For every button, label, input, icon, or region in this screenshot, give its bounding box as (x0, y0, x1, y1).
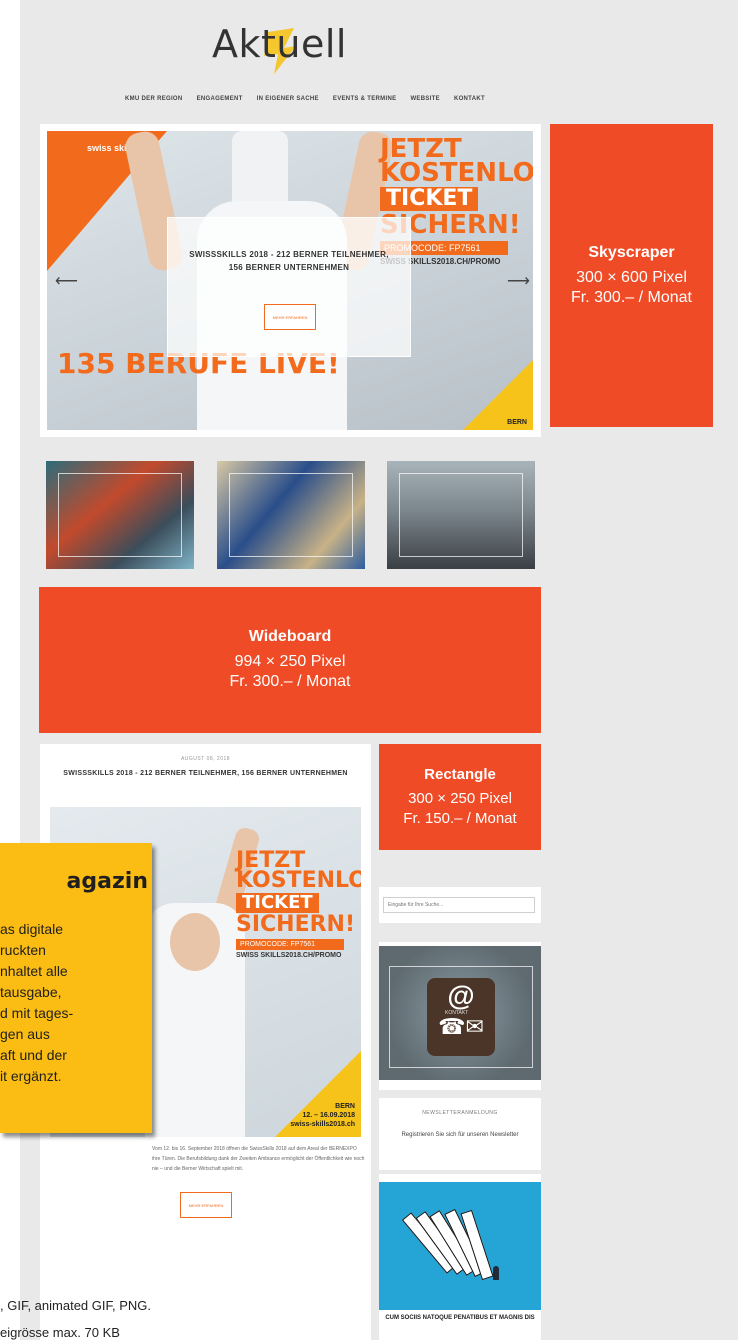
promo-kostenlos: KOSTENLOS (380, 158, 533, 188)
event-city: BERN (335, 1103, 355, 1110)
event-date-range: 12. – 16.09.2018 (302, 1112, 355, 1119)
magazin-line: gen aus (0, 1026, 50, 1042)
domino-image (379, 1182, 541, 1310)
ad-wideboard-price: Fr. 300.– / Monat (229, 673, 351, 690)
ad-skyscraper-title: Skyscraper (588, 243, 675, 261)
article-more-button[interactable]: MEHR ERFAHREN (180, 1192, 232, 1218)
bern-label: BERN (507, 419, 527, 426)
article-promo-block: JETZT KOSTENLOS TICKET SICHERN! PROMOCOD… (236, 850, 361, 959)
ad-skyscraper-price: Fr. 300.– / Monat (571, 288, 692, 306)
promo-kostenlos: KOSTENLOS (236, 868, 361, 893)
sidebar-search-widget (379, 887, 541, 923)
nav-item-events[interactable]: EVENTS & TERMINE (333, 96, 396, 102)
promo-ticket: TICKET (236, 893, 319, 913)
nav-item-website[interactable]: WEBSITE (410, 96, 439, 102)
event-dates: BERN 12. – 16.09.2018 swiss-skills2018.c… (290, 1102, 355, 1129)
article-title[interactable]: SWISSSKILLS 2018 - 212 BERNER TEILNEHMER… (50, 768, 361, 779)
ad-skyscraper-size: 300 × 600 Pixel (576, 268, 687, 286)
thumbnail-1[interactable] (46, 461, 194, 569)
magazin-line: aft und der (0, 1047, 67, 1063)
newsletter-text[interactable]: Registrieren Sie sich für unseren Newsle… (389, 1130, 531, 1141)
hero-slider: swiss skills JETZT KOSTENLOS TICKET SICH… (40, 124, 541, 437)
magazin-line: ruckten (0, 942, 46, 958)
arrow-left-icon[interactable]: ⟵ (55, 271, 78, 291)
arrow-right-icon[interactable]: ⟶ (507, 271, 530, 291)
ad-wideboard: Wideboard 994 × 250 Pixel Fr. 300.– / Mo… (39, 587, 541, 733)
magazin-callout: agazin as digitale ruckten nhaltet alle … (0, 843, 152, 1133)
ad-rectangle: Rectangle 300 × 250 Pixel Fr. 150.– / Mo… (379, 744, 541, 850)
slide-caption-box: SWISSSKILLS 2018 - 212 BERNER TEILNEHMER… (167, 217, 411, 357)
ad-wideboard-title: Wideboard (248, 628, 332, 645)
thumbnail-frame (399, 473, 523, 557)
slide-title[interactable]: SWISSSKILLS 2018 - 212 BERNER TEILNEHMER… (182, 248, 396, 274)
magazin-body: as digitale ruckten nhaltet alle tausgab… (0, 919, 148, 1087)
contact-image: @ KONTAKT ☎✉ (379, 946, 541, 1080)
newsletter-heading: NEWSLETTERANMELDUNG (422, 1110, 498, 1116)
thumbnail-frame (229, 473, 353, 557)
footer-formats: , GIF, animated GIF, PNG. (0, 1298, 151, 1313)
hero-image: swiss skills JETZT KOSTENLOS TICKET SICH… (47, 131, 533, 430)
article-date: AUGUST 08, 2018 (180, 756, 231, 762)
person-figure (493, 1266, 499, 1280)
ad-wideboard-size: 994 × 250 Pixel (234, 653, 346, 670)
promo-url: SWISS SKILLS2018.CH/PROMO (236, 952, 342, 959)
sidebar-post-widget[interactable]: CUM SOCIIS NATOQUE PENATIBUS ET MAGNIS D… (379, 1174, 541, 1340)
nav-item-kmu[interactable]: KMU DER REGION (125, 96, 183, 102)
ad-skyscraper: Skyscraper 300 × 600 Pixel Fr. 300.– / M… (550, 124, 713, 427)
slide-more-button[interactable]: MEHR ERFAHREN (264, 304, 316, 330)
promo-code: PROMOCODE: FP7561 (236, 939, 344, 950)
thumbnail-2[interactable] (217, 461, 365, 569)
sidebar-contact-widget[interactable]: @ KONTAKT ☎✉ (379, 942, 541, 1090)
thumbnail-frame (58, 473, 182, 557)
ad-rectangle-price: Fr. 150.– / Monat (403, 809, 517, 827)
promo-sichern: SICHERN! (236, 912, 356, 937)
site-logo[interactable]: Aktuell (150, 18, 390, 78)
post-title[interactable]: CUM SOCIIS NATOQUE PENATIBUS ET MAGNIS D… (385, 1314, 535, 1323)
search-input[interactable] (383, 897, 535, 913)
magazin-line: it ergänzt. (0, 1068, 62, 1084)
footer-filesize: eigrösse max. 70 KB (0, 1325, 120, 1340)
nav-item-engagement[interactable]: ENGAGEMENT (197, 96, 243, 102)
sidebar-newsletter-widget[interactable]: NEWSLETTERANMELDUNG Registrieren Sie sic… (379, 1098, 541, 1170)
magazin-line: tausgabe, (0, 984, 62, 1000)
nav-item-in-eigener-sache[interactable]: IN EIGENER SACHE (257, 96, 319, 102)
nav-item-kontakt[interactable]: KONTAKT (454, 96, 485, 102)
logo-text: Aktuell (212, 22, 347, 66)
promo-ticket: TICKET (380, 187, 479, 211)
chef-face (170, 913, 220, 971)
magazin-line: as digitale (0, 921, 64, 937)
article-excerpt: Vom 12. bis 16. September 2018 öffnen di… (152, 1146, 365, 1172)
ad-rectangle-title: Rectangle (424, 765, 496, 783)
magazin-line: nhaltet alle (0, 963, 68, 979)
main-navigation: KMU DER REGION ENGAGEMENT IN EIGENER SAC… (125, 96, 485, 102)
contact-frame (389, 966, 533, 1068)
magazin-title: agazin (66, 869, 148, 894)
magazin-line: d mit tages- (0, 1005, 74, 1021)
ad-rectangle-size: 300 × 250 Pixel (408, 789, 512, 807)
event-url: swiss-skills2018.ch (290, 1121, 355, 1128)
thumbnail-3[interactable] (387, 461, 535, 569)
